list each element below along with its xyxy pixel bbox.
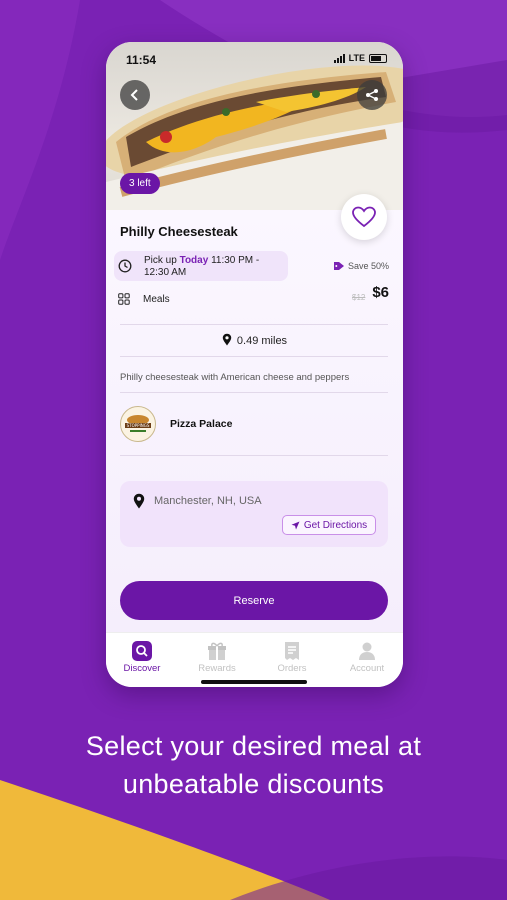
product-details: Philly Cheesesteak Pick up Today 11:30 P… — [106, 210, 403, 635]
gift-icon — [208, 642, 226, 660]
map-pin-icon — [222, 333, 232, 346]
user-icon — [359, 642, 375, 660]
back-button[interactable] — [120, 80, 150, 110]
caption-line-1: Select your desired meal at — [85, 731, 422, 761]
share-icon — [366, 89, 378, 101]
product-description: Philly cheesesteak with American cheese … — [120, 372, 350, 383]
status-bar: 11:54 LTE — [106, 42, 403, 70]
get-directions-label: Get Directions — [303, 519, 368, 531]
map-pin-icon — [133, 493, 145, 509]
pickup-day: Today — [179, 255, 209, 266]
phone-screen: 11:54 LTE 3 left Philly Cheesesteak Pick… — [106, 42, 403, 687]
tab-bar: Discover Rewards Orders Account — [106, 632, 403, 687]
chevron-left-icon — [130, 89, 138, 101]
favorite-button[interactable] — [341, 194, 387, 240]
store-logo-text: STOPPINGS — [127, 423, 150, 428]
divider — [120, 324, 388, 325]
network-label: LTE — [348, 53, 365, 63]
share-button[interactable] — [357, 80, 387, 110]
store-logo: STOPPINGS — [120, 406, 156, 442]
tab-account-label: Account — [349, 663, 385, 674]
tab-discover-label: Discover — [123, 663, 161, 674]
product-title: Philly Cheesesteak — [120, 224, 238, 239]
location-address: Manchester, NH, USA — [154, 495, 262, 507]
divider — [120, 392, 388, 393]
caption-line-2: unbeatable discounts — [122, 769, 385, 799]
tab-rewards-label: Rewards — [198, 663, 236, 674]
remaining-badge: 3 left — [120, 173, 160, 194]
product-photo: 11:54 LTE 3 left — [106, 42, 403, 210]
receipt-icon — [285, 642, 299, 660]
save-badge: Save 50% — [333, 261, 389, 271]
navigation-arrow-icon — [291, 521, 300, 529]
tag-icon — [333, 262, 344, 270]
status-time: 11:54 — [126, 53, 157, 67]
clock-icon — [118, 259, 132, 273]
heart-icon — [352, 206, 376, 228]
divider — [120, 455, 388, 456]
tab-account[interactable]: Account — [337, 641, 397, 674]
reserve-button[interactable]: Reserve — [120, 581, 388, 620]
divider — [120, 356, 388, 357]
grid-icon — [118, 293, 130, 305]
store-name[interactable]: Pizza Palace — [170, 418, 232, 430]
tab-discover[interactable]: Discover — [112, 641, 172, 674]
battery-icon — [369, 53, 387, 63]
location-card: Manchester, NH, USA Get Directions — [120, 481, 388, 547]
tab-orders[interactable]: Orders — [262, 641, 322, 674]
pickup-window: Pick up Today 11:30 PM - 12:30 AM — [114, 251, 288, 281]
marketing-caption: Select your desired meal at unbeatable d… — [0, 727, 507, 803]
signal-icon — [333, 53, 345, 63]
home-indicator — [201, 680, 307, 684]
tab-orders-label: Orders — [277, 663, 307, 674]
status-indicators: LTE — [333, 53, 387, 63]
pickup-prefix: Pick up — [144, 255, 177, 266]
get-directions-button[interactable]: Get Directions — [282, 515, 376, 535]
original-price: $12 — [352, 293, 366, 302]
category-label: Meals — [143, 294, 170, 305]
pickup-text: Pick up Today 11:30 PM - 12:30 AM — [144, 255, 284, 279]
discount-price: $6 — [372, 284, 389, 301]
distance-row: 0.49 miles — [106, 333, 403, 347]
tab-rewards[interactable]: Rewards — [187, 641, 247, 674]
distance-value: 0.49 miles — [236, 335, 288, 347]
save-label: Save 50% — [347, 261, 389, 271]
search-icon — [132, 641, 152, 661]
